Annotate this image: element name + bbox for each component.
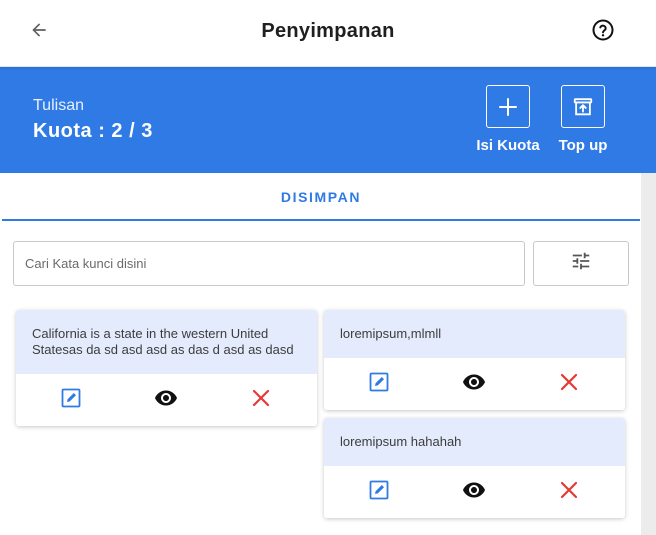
- close-icon: [560, 373, 578, 396]
- note-text[interactable]: loremipsum hahahah: [324, 418, 625, 466]
- delete-button[interactable]: [249, 388, 273, 412]
- quota-banner: Tulisan Kuota : 2 / 3 Isi Kuota Top up: [0, 67, 656, 173]
- eye-icon: [462, 478, 486, 507]
- note-text[interactable]: loremipsum,mlmll: [324, 310, 625, 358]
- quota-type-label: Tulisan: [33, 97, 84, 114]
- view-button[interactable]: [462, 480, 486, 504]
- edit-icon: [369, 480, 389, 505]
- plus-icon: [486, 85, 530, 128]
- view-button[interactable]: [462, 372, 486, 396]
- scrollbar-track[interactable]: [641, 173, 656, 535]
- edit-button[interactable]: [367, 372, 391, 396]
- archive-upload-icon: [561, 85, 605, 128]
- note-actions: [324, 466, 625, 518]
- quota-value: Kuota : 2 / 3: [33, 120, 153, 142]
- edit-button[interactable]: [367, 480, 391, 504]
- eye-icon: [462, 370, 486, 399]
- app-bar: Penyimpanan: [0, 0, 656, 67]
- note-card: loremipsum,mlmll: [324, 310, 625, 410]
- help-circle-icon: [591, 18, 615, 47]
- tab-bar: DISIMPAN: [2, 173, 640, 221]
- content-area: DISIMPAN California is a state in the we…: [0, 173, 642, 535]
- note-actions: [324, 358, 625, 410]
- note-text[interactable]: California is a state in the western Uni…: [16, 310, 317, 374]
- top-up-button[interactable]: Top up: [543, 85, 623, 154]
- note-card: loremipsum hahahah: [324, 418, 625, 518]
- edit-icon: [61, 388, 81, 413]
- note-actions: [16, 374, 317, 426]
- view-button[interactable]: [154, 388, 178, 412]
- close-icon: [252, 389, 270, 412]
- filter-button[interactable]: [533, 241, 629, 286]
- eye-icon: [154, 386, 178, 415]
- close-icon: [560, 481, 578, 504]
- search-input[interactable]: [13, 241, 525, 286]
- sliders-icon: [570, 250, 592, 277]
- isi-kuota-label: Isi Kuota: [476, 137, 540, 154]
- edit-icon: [369, 372, 389, 397]
- isi-kuota-button[interactable]: Isi Kuota: [468, 85, 548, 154]
- help-button[interactable]: [590, 19, 616, 45]
- edit-button[interactable]: [59, 388, 83, 412]
- delete-button[interactable]: [557, 480, 581, 504]
- top-up-label: Top up: [558, 137, 608, 154]
- tab-disimpan[interactable]: DISIMPAN: [2, 189, 640, 205]
- note-card: California is a state in the western Uni…: [16, 310, 317, 426]
- page-title: Penyimpanan: [261, 20, 395, 42]
- delete-button[interactable]: [557, 372, 581, 396]
